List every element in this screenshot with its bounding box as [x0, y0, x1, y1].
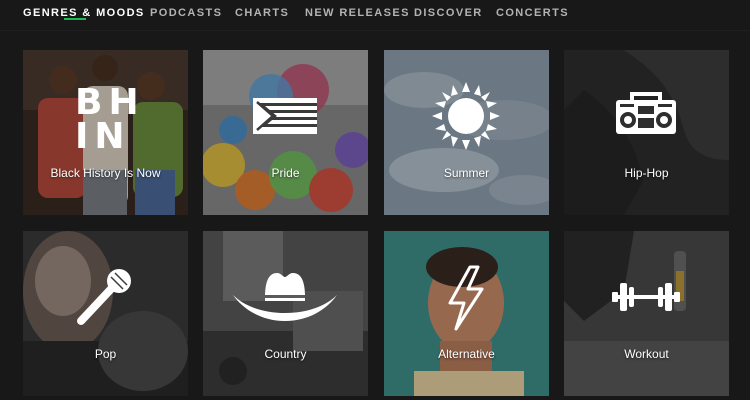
sun-icon [432, 82, 500, 150]
tile-label: Summer [443, 166, 490, 180]
bhin-logo-line: IN [75, 116, 131, 157]
tab-charts[interactable]: CHARTS [235, 7, 289, 29]
microphone-icon [77, 269, 131, 325]
cowboy-hat-icon [233, 273, 337, 321]
tile-label: Workout [624, 347, 669, 361]
tile-label: Pride [271, 166, 300, 180]
tile-label: Hip-Hop [624, 166, 669, 180]
lightning-bolt-icon [448, 265, 484, 331]
boombox-icon [616, 92, 676, 134]
tile-label: Alternative [438, 347, 495, 361]
tile-hip-hop[interactable]: Hip-Hop [564, 50, 729, 215]
pride-flag-icon [253, 98, 317, 134]
tile-label: Pop [94, 347, 117, 361]
active-tab-indicator [64, 18, 86, 20]
tile-summer[interactable]: Summer [384, 50, 549, 215]
tile-country[interactable]: Country [203, 231, 368, 396]
bhin-logo-line: BH [75, 82, 145, 123]
tab-concerts[interactable]: CONCERTS [496, 7, 569, 29]
tile-label: Black History Is Now [50, 166, 161, 180]
tile-workout[interactable]: Workout [564, 231, 729, 396]
dumbbell-icon [612, 283, 680, 311]
tab-discover[interactable]: DISCOVER [414, 7, 483, 29]
tile-pride[interactable]: Pride [203, 50, 368, 215]
tile-label: Country [264, 347, 307, 361]
tab-podcasts[interactable]: PODCASTS [150, 7, 222, 29]
top-nav: GENRES & MOODS PODCASTS CHARTS NEW RELEA… [0, 0, 750, 31]
tile-alternative[interactable]: Alternative [384, 231, 549, 396]
tile-pop[interactable]: Pop [23, 231, 188, 396]
bhin-logo: BH IN [75, 82, 145, 157]
tab-new-releases[interactable]: NEW RELEASES [305, 7, 410, 29]
tile-black-history-is-now[interactable]: BH IN Black History Is Now [23, 50, 188, 215]
